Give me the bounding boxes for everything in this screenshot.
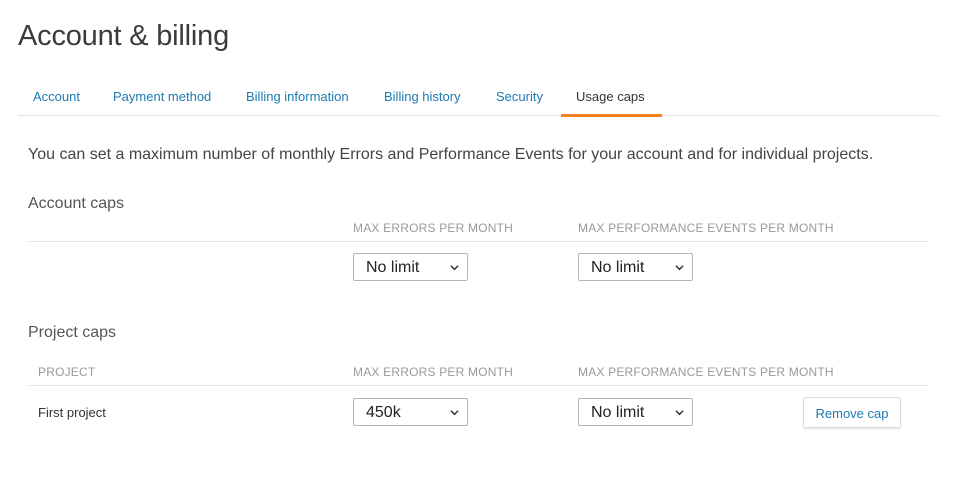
intro-text: You can set a maximum number of monthly …	[28, 146, 874, 163]
tab-billing-information[interactable]: Billing information	[231, 78, 369, 116]
chevron-down-icon	[450, 265, 459, 271]
chevron-down-icon	[450, 410, 459, 416]
project-performance-select-value: No limit	[591, 404, 645, 421]
chevron-down-icon	[675, 265, 684, 271]
project-column-header: PROJECT	[38, 365, 96, 379]
tab-account[interactable]: Account	[18, 78, 98, 116]
account-errors-select-value: No limit	[366, 259, 420, 276]
project-errors-column-header: MAX ERRORS PER MONTH	[353, 365, 514, 379]
tab-security[interactable]: Security	[481, 78, 561, 116]
account-errors-column-header: MAX ERRORS PER MONTH	[353, 221, 514, 235]
project-performance-select[interactable]: No limit	[578, 398, 693, 426]
project-caps-title: Project caps	[28, 324, 117, 341]
project-name: First project	[38, 405, 106, 420]
project-performance-column-header: MAX PERFORMANCE EVENTS PER MONTH	[578, 365, 834, 379]
account-caps-divider	[28, 241, 928, 242]
account-performance-column-header: MAX PERFORMANCE EVENTS PER MONTH	[578, 221, 834, 235]
account-caps-title: Account caps	[28, 195, 125, 212]
tab-bar: Account Payment method Billing informati…	[18, 78, 939, 117]
tab-payment-method[interactable]: Payment method	[98, 78, 231, 116]
page-title: Account & billing	[18, 20, 229, 52]
chevron-down-icon	[675, 410, 684, 416]
tab-billing-history[interactable]: Billing history	[369, 78, 481, 116]
account-performance-select-value: No limit	[591, 259, 645, 276]
tab-usage-caps[interactable]: Usage caps	[561, 78, 662, 117]
project-errors-select-value: 450k	[366, 404, 401, 421]
project-caps-divider	[28, 385, 928, 386]
remove-cap-button[interactable]: Remove cap	[803, 397, 901, 428]
account-errors-select[interactable]: No limit	[353, 253, 468, 281]
project-errors-select[interactable]: 450k	[353, 398, 468, 426]
account-performance-select[interactable]: No limit	[578, 253, 693, 281]
